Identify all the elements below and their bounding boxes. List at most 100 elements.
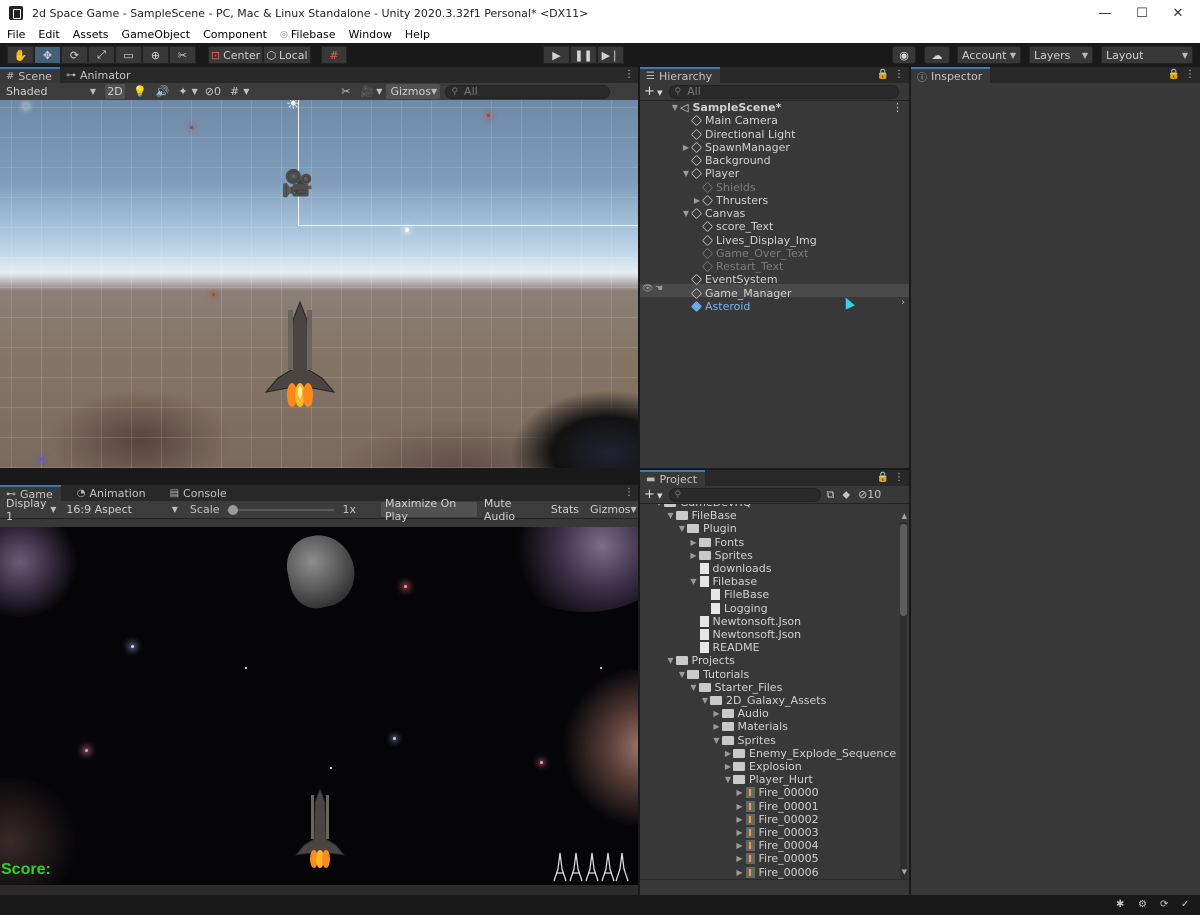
expand-right-icon[interactable]: ▶ [712, 709, 722, 718]
expand-right-icon[interactable]: ▶ [735, 841, 745, 850]
search-by-type-icon[interactable]: ⧉ [827, 488, 835, 502]
layers-dropdown[interactable]: Layers ▼ [1029, 46, 1093, 64]
effects-icon[interactable]: ✦ [178, 85, 187, 98]
expand-down-icon[interactable]: ▼ [712, 736, 722, 745]
tab-scene[interactable]: # Scene [0, 67, 60, 83]
hierarchy-item[interactable]: ▼ Player [640, 167, 909, 180]
play-button[interactable]: ▶ [543, 46, 570, 64]
step-button[interactable]: ▶❘ [597, 46, 624, 64]
project-item[interactable]: ▶ Audio [640, 707, 898, 720]
project-item[interactable]: ▶ Fire_00005 [640, 852, 898, 865]
gizmos-dropdown[interactable]: Gizmos ▼ [386, 84, 441, 99]
project-item[interactable]: ▶ Fire_00004 [640, 839, 898, 852]
lock-icon[interactable]: 🔒 [877, 69, 889, 80]
expand-right-icon[interactable]: ▶ [723, 749, 733, 758]
project-item[interactable]: Newtonsoft.Json [640, 615, 898, 628]
expand-right-icon[interactable]: ▶ [692, 196, 702, 205]
hierarchy-item[interactable]: Directional Light [640, 128, 909, 141]
scene-menu-icon[interactable]: ⋮ [892, 101, 903, 114]
expand-right-icon[interactable]: ▶ [735, 868, 745, 877]
hidden-objects-icon[interactable]: ⊘ [205, 85, 214, 98]
project-item[interactable]: ▶ Explosion [640, 760, 898, 773]
scene-viewport[interactable]: 🎥 ☀ [0, 100, 638, 468]
project-item[interactable]: ▶ Materials [640, 720, 898, 733]
aspect-dropdown[interactable]: 16:9 Aspect ▼ [62, 502, 182, 517]
hierarchy-item[interactable]: Main Camera [640, 114, 909, 127]
rotate-tool-button[interactable]: ⟳ [61, 46, 88, 64]
expand-down-icon[interactable]: ▼ [677, 524, 687, 533]
player-ship[interactable] [262, 300, 338, 410]
expand-down-icon[interactable]: ▼ [681, 209, 691, 218]
chevron-down-icon[interactable]: ▼ [243, 87, 249, 96]
hierarchy-item[interactable]: ▼ ◁ SampleScene* ⋮ [640, 101, 909, 114]
hierarchy-search-input[interactable]: ⚲ All [668, 84, 899, 99]
project-item[interactable]: ▼ Plugin [640, 522, 898, 535]
game-gizmos-dropdown[interactable]: Gizmos ▼ [586, 502, 638, 517]
project-item[interactable]: ▶ Fire_00000 [640, 786, 898, 799]
project-item[interactable]: ▶ Fire_00003 [640, 826, 898, 839]
project-item[interactable]: ▼ Sprites [640, 734, 898, 747]
hierarchy-item[interactable]: Background [640, 154, 909, 167]
menu-gameobject[interactable]: GameObject [115, 28, 197, 41]
menu-assets[interactable]: Assets [66, 28, 115, 41]
tab-animation[interactable]: ◔ Animation [71, 485, 154, 501]
expand-down-icon[interactable]: ▼ [689, 683, 699, 692]
hand-tool-button[interactable]: ✋ [7, 46, 34, 64]
expand-down-icon[interactable]: ▼ [700, 696, 710, 705]
stats-toggle[interactable]: Stats [546, 502, 583, 517]
expand-right-icon[interactable]: ▶ [735, 854, 745, 863]
project-item[interactable]: ▼ Projects [640, 654, 898, 667]
tab-inspector[interactable]: ⓘ Inspector [911, 67, 991, 84]
expand-down-icon[interactable]: ▼ [654, 504, 664, 507]
expand-down-icon[interactable]: ▼ [666, 656, 676, 665]
scale-tool-button[interactable]: ⤢ [88, 46, 115, 64]
grid-toggle-icon[interactable]: # [230, 85, 239, 98]
chevron-down-icon[interactable]: ▼ [376, 87, 382, 96]
project-item[interactable]: ▶ Sprites [640, 549, 898, 562]
create-asset-button[interactable]: + ▼ [644, 487, 663, 502]
add-object-button[interactable]: + ▼ [644, 84, 663, 99]
hierarchy-item[interactable]: Game_Manager [640, 287, 909, 300]
search-by-label-icon[interactable]: ⬥ [842, 488, 850, 502]
move-tool-button[interactable]: ✥ [34, 46, 61, 64]
toggle-2d-button[interactable]: 2D [105, 84, 125, 99]
project-item[interactable]: ▼ 2D_Galaxy_Assets [640, 694, 898, 707]
project-item[interactable]: ▶ Enemy_Explode_Sequence [640, 747, 898, 760]
project-scrollbar[interactable] [900, 522, 907, 879]
maximize-on-play-toggle[interactable]: Maximize On Play [380, 497, 477, 523]
project-item[interactable]: ▼ FileBase [640, 509, 898, 522]
project-item[interactable]: ▶ Fire_00006 [640, 866, 898, 879]
hierarchy-item[interactable]: Game_Over_Text [640, 247, 909, 260]
hierarchy-item[interactable]: score_Text [640, 220, 909, 233]
check-icon[interactable]: ✓ [1181, 899, 1189, 910]
expand-right-icon[interactable]: ▶ [735, 802, 745, 811]
expand-down-icon[interactable]: ▼ [681, 169, 691, 178]
shading-mode-dropdown[interactable]: Shaded ▼ [2, 84, 100, 99]
expand-right-icon[interactable]: ▶ [723, 762, 733, 771]
expand-right-icon[interactable]: ▶ [681, 143, 691, 152]
custom-tool-button[interactable]: ✂ [169, 46, 196, 64]
collab-button[interactable]: ◉ [892, 46, 916, 64]
cache-icon[interactable]: ⚙ [1138, 899, 1147, 910]
hierarchy-item[interactable]: Lives_Display_Img [640, 234, 909, 247]
project-item[interactable]: ▼ Starter_Files [640, 681, 898, 694]
progress-icon[interactable]: ⟳ [1160, 899, 1168, 910]
pivot-center-button[interactable]: ⊡ Center [208, 46, 263, 64]
light-gizmo-icon[interactable]: ☀ [286, 100, 300, 113]
hierarchy-item[interactable]: ▶ SpawnManager [640, 141, 909, 154]
scale-slider-thumb[interactable] [227, 504, 238, 515]
hierarchy-item[interactable]: Restart_Text [640, 260, 909, 273]
lock-icon[interactable]: 🔒 [877, 472, 889, 483]
menu-file[interactable]: File [0, 28, 31, 41]
scroll-up-icon[interactable]: ▲ [902, 512, 907, 520]
menu-edit[interactable]: Edit [31, 28, 65, 41]
hierarchy-item[interactable]: Shields [640, 181, 909, 194]
panel-menu-icon[interactable]: ⋮ [894, 69, 904, 80]
menu-window[interactable]: Window [342, 28, 398, 41]
lighting-icon[interactable]: 💡 [133, 85, 147, 98]
expand-right-icon[interactable]: ▶ [712, 722, 722, 731]
scroll-down-icon[interactable]: ▼ [902, 868, 907, 876]
rect-tool-button[interactable]: ▭ [115, 46, 142, 64]
expand-right-icon[interactable]: ▶ [735, 828, 745, 837]
project-item[interactable]: ▼ Filebase [640, 575, 898, 588]
